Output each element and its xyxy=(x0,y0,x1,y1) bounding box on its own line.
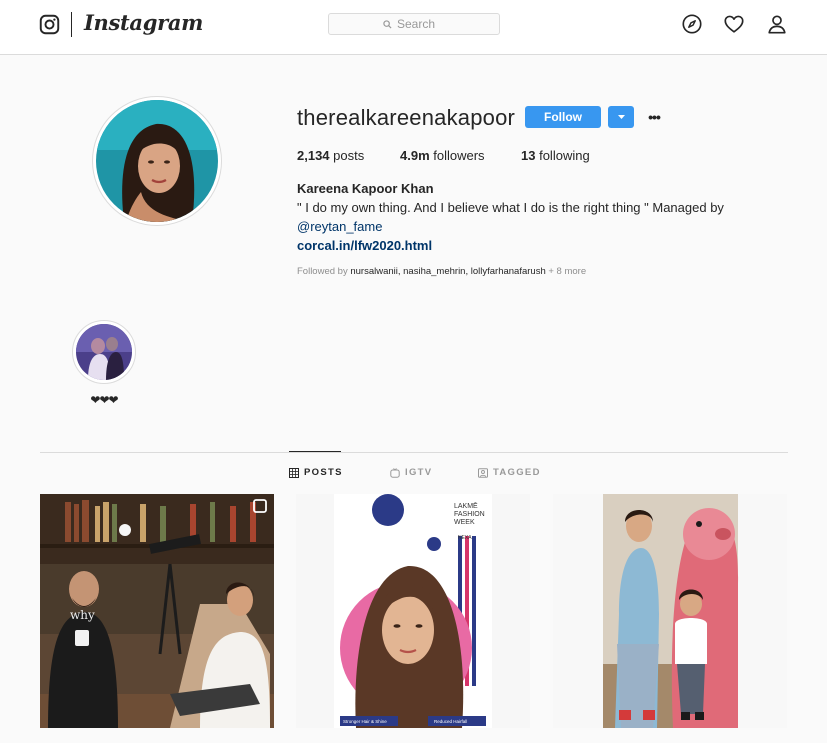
follow-button[interactable]: Follow xyxy=(525,106,601,128)
followed-by-more: + 8 more xyxy=(548,266,587,277)
tab-posts-label: POSTS xyxy=(304,467,343,478)
tab-tagged[interactable]: TAGGED xyxy=(478,467,541,478)
stat-followers[interactable]: 4.9m followers xyxy=(400,148,485,163)
poster-line-2: FASHION xyxy=(454,511,485,518)
igtv-icon xyxy=(390,467,400,478)
stat-posts-label: posts xyxy=(333,148,365,163)
tab-tagged-label: TAGGED xyxy=(493,467,541,478)
tab-posts[interactable]: POSTS xyxy=(289,467,343,478)
heart-icon[interactable] xyxy=(723,13,745,35)
stat-followers-label: followers xyxy=(433,148,485,163)
stat-following[interactable]: 13 following xyxy=(521,148,590,163)
profile-avatar[interactable] xyxy=(96,100,218,222)
user-icon[interactable] xyxy=(766,13,788,35)
poster-sub: NEXA xyxy=(458,535,472,541)
search-input[interactable] xyxy=(397,17,445,31)
bio-website-link[interactable]: corcal.in/lfw2020.html xyxy=(297,238,432,253)
caret-down-icon xyxy=(617,114,625,119)
post-thumbnail[interactable]: LAKMĒ FASHION WEEK NEXA Stronger Hair & … xyxy=(296,494,530,728)
tabs-divider xyxy=(40,452,788,453)
stat-following-label: following xyxy=(539,148,590,163)
instagram-wordmark[interactable]: Instagram xyxy=(84,10,203,35)
suggestions-dropdown-button[interactable] xyxy=(608,106,634,128)
post-thumbnail[interactable]: why xyxy=(40,494,274,728)
compass-icon[interactable] xyxy=(681,13,703,35)
top-nav: Instagram xyxy=(0,0,827,55)
post-image: LAKMĒ FASHION WEEK NEXA Stronger Hair & … xyxy=(296,494,530,728)
followed-by[interactable]: Followed by nursalwanii, nasiha_mehrin, … xyxy=(297,266,586,277)
shirt-text: why xyxy=(70,608,95,622)
profile-username: therealkareenakapoor xyxy=(297,105,516,130)
stat-followers-count: 4.9m xyxy=(400,148,430,163)
tab-igtv[interactable]: IGTV xyxy=(390,467,432,478)
active-tab-indicator xyxy=(289,451,341,452)
instagram-glyph-icon[interactable] xyxy=(39,14,60,35)
highlight-cover[interactable] xyxy=(76,324,132,380)
stat-posts-count: 2,134 xyxy=(297,148,330,163)
poster-line-3: WEEK xyxy=(454,519,475,526)
profile-bio: " I do my own thing. And I believe what … xyxy=(297,200,724,215)
poster-line-1: LAKMĒ xyxy=(454,502,478,510)
post-image xyxy=(553,494,787,728)
followed-by-names: nursalwanii, nasiha_mehrin, lollyfarhana… xyxy=(350,266,546,277)
tag-icon xyxy=(478,467,488,478)
tab-igtv-label: IGTV xyxy=(405,467,433,478)
stat-posts: 2,134 posts xyxy=(297,148,364,163)
caption-right: Reduced Hairfall xyxy=(434,719,467,724)
post-thumbnail[interactable] xyxy=(553,494,787,728)
grid-icon xyxy=(289,467,299,478)
search-icon xyxy=(383,19,392,29)
caption-left: Stronger Hair & Shine xyxy=(343,719,387,724)
search-box[interactable] xyxy=(328,13,500,35)
stat-following-count: 13 xyxy=(521,148,536,163)
more-options-icon[interactable]: ••• xyxy=(645,108,663,126)
profile-full-name: Kareena Kapoor Khan xyxy=(297,181,434,196)
post-image: why xyxy=(40,494,274,728)
bio-mention-link[interactable]: @reytan_fame xyxy=(297,219,382,234)
logo-separator xyxy=(71,12,72,37)
followed-by-prefix: Followed by xyxy=(297,266,348,277)
highlight-label: ❤❤❤ xyxy=(90,393,118,407)
